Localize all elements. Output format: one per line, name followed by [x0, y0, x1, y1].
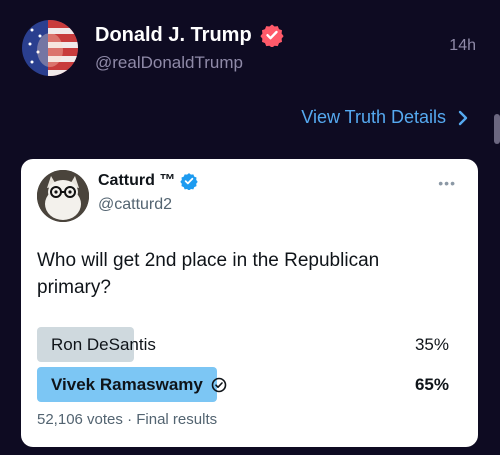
display-name[interactable]: Donald J. Trump — [95, 23, 284, 48]
poll-status: Final results — [136, 411, 218, 428]
user-handle[interactable]: @realDonaldTrump — [95, 53, 243, 73]
user-avatar-icon[interactable] — [22, 20, 78, 76]
poll-option-percent: 35% — [414, 335, 449, 354]
scrollbar-thumb[interactable] — [494, 114, 500, 144]
tweet-text: Who will get 2nd place in the Republican… — [37, 250, 380, 298]
poll-option: Vivek Ramaswamy 65% — [37, 367, 457, 402]
tweet-author-name-text: Catturd ™ — [98, 172, 176, 189]
check-circle-icon — [211, 377, 227, 393]
poll-option-label-text: Ron DeSantis — [51, 335, 156, 354]
poll-meta: 52,106 votes · Final results — [37, 411, 217, 428]
verified-badge-icon — [260, 23, 284, 48]
poll-option-percent: 65% — [414, 375, 449, 394]
poll-option-label-text: Vivek Ramaswamy — [51, 375, 203, 394]
display-name-text: Donald J. Trump — [95, 23, 252, 46]
poll-option: Ron DeSantis 35% — [37, 327, 457, 362]
view-truth-details-link[interactable]: View Truth Details — [301, 107, 468, 128]
tweet-author-handle[interactable]: @catturd2 — [98, 196, 172, 214]
more-options-icon[interactable]: ••• — [438, 175, 456, 191]
verified-badge-icon — [180, 172, 199, 191]
poll-option-label: Vivek Ramaswamy — [51, 375, 227, 395]
poll-option-label: Ron DeSantis — [51, 335, 156, 355]
tweet-avatar-icon[interactable] — [37, 170, 89, 222]
chevron-right-icon — [458, 110, 468, 126]
poll-vote-count: 52,106 votes — [37, 411, 123, 428]
truth-post: Donald J. Trump @realDonaldTrump 14h Vie… — [0, 0, 500, 455]
poll-meta-separator: · — [127, 411, 133, 428]
tweet-author-name[interactable]: Catturd ™ — [98, 172, 199, 191]
post-timestamp: 14h — [449, 37, 476, 54]
details-link-label: View Truth Details — [301, 107, 446, 127]
embedded-tweet-card[interactable]: Catturd ™ @catturd2 ••• Who will get 2nd… — [21, 159, 478, 447]
